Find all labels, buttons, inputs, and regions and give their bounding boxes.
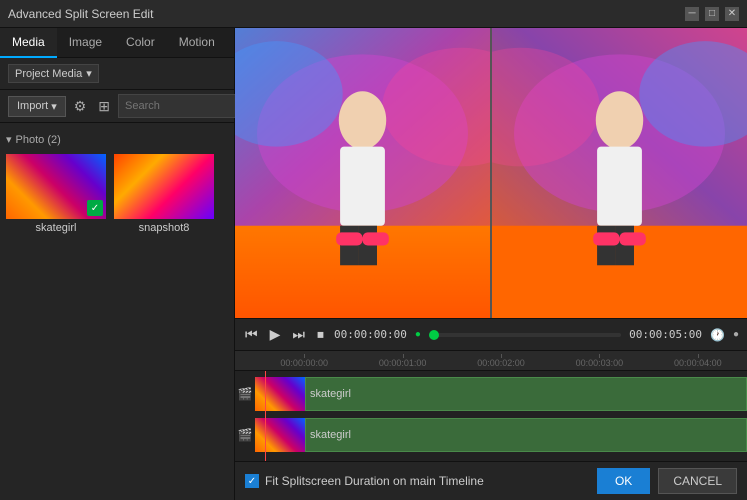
preview-right bbox=[492, 28, 747, 318]
track-content-1[interactable]: skategirl bbox=[255, 377, 747, 411]
playhead bbox=[265, 371, 266, 461]
preview-left bbox=[235, 28, 490, 318]
bottom-bar: ✓ Fit Splitscreen Duration on main Timel… bbox=[235, 461, 747, 500]
window-controls: ─ □ ✕ bbox=[685, 7, 739, 21]
playback-bar: ⏮ ▶ ⏭ ⏹ 00:00:00:00 ● 00:00:05:00 🕐 ● bbox=[235, 319, 747, 351]
media-thumbnail-snapshot8 bbox=[114, 154, 214, 219]
track-clip-1: skategirl bbox=[255, 377, 747, 411]
ruler-mark-1: 00:00:01:00 bbox=[353, 358, 451, 368]
media-grid: ✓ skategirl snapshot8 bbox=[6, 150, 228, 238]
track-clip-2: skategirl bbox=[255, 418, 747, 452]
maximize-button[interactable]: □ bbox=[705, 7, 719, 21]
skip-back-button[interactable]: ⏮ bbox=[243, 324, 260, 345]
timeline-tracks: 🎬 skategirl 🎬 bbox=[235, 371, 747, 461]
media-item-snapshot8[interactable]: snapshot8 bbox=[114, 154, 214, 234]
chevron-down-icon: ▾ bbox=[6, 133, 12, 146]
timeline-ruler: 00:00:00:00 00:00:01:00 00:00:02:00 00:0… bbox=[235, 351, 747, 371]
grid-view-icon[interactable]: ⊞ bbox=[94, 96, 114, 117]
tab-color[interactable]: Color bbox=[114, 28, 167, 58]
clock-icon: 🕐 bbox=[710, 328, 725, 342]
track-label-2: skategirl bbox=[310, 429, 351, 441]
project-media-row: Project Media ▾ bbox=[0, 58, 234, 90]
track-content-2[interactable]: skategirl bbox=[255, 418, 747, 452]
ruler-mark-4: 00:00:04:00 bbox=[649, 358, 747, 368]
media-item-label: snapshot8 bbox=[114, 222, 214, 234]
main-layout: Media Image Color Motion Project Media ▾… bbox=[0, 28, 747, 500]
play-next-button[interactable]: ⏭ bbox=[290, 324, 307, 345]
stop-button[interactable]: ⏹ bbox=[315, 324, 326, 345]
media-section: ▾ Photo (2) ✓ skategirl snapshot8 bbox=[0, 123, 234, 500]
tab-media[interactable]: Media bbox=[0, 28, 57, 58]
green-dot-icon: ● bbox=[415, 329, 421, 340]
left-panel: Media Image Color Motion Project Media ▾… bbox=[0, 28, 235, 500]
chevron-down-icon: ▾ bbox=[86, 67, 92, 80]
ruler-mark-3: 00:00:03:00 bbox=[550, 358, 648, 368]
media-item-skategirl[interactable]: ✓ skategirl bbox=[6, 154, 106, 234]
timeline-end-dot: ● bbox=[733, 329, 739, 340]
preview-right-content bbox=[492, 28, 747, 318]
timeline-section: ⏮ ▶ ⏭ ⏹ 00:00:00:00 ● 00:00:05:00 🕐 ● 00… bbox=[235, 318, 747, 461]
preview-divider bbox=[490, 28, 492, 318]
minimize-button[interactable]: ─ bbox=[685, 7, 699, 21]
section-header: ▾ Photo (2) bbox=[6, 129, 228, 150]
fit-splitscreen-checkbox[interactable]: ✓ bbox=[245, 474, 259, 488]
media-item-label: skategirl bbox=[6, 222, 106, 234]
check-icon: ✓ bbox=[87, 200, 103, 216]
progress-handle[interactable] bbox=[429, 330, 439, 340]
track-icon-1: 🎬 bbox=[235, 375, 255, 413]
action-row: Import ▾ ⚙ ⊞ 🔍 bbox=[0, 90, 234, 123]
ruler-mark-2: 00:00:02:00 bbox=[452, 358, 550, 368]
time-current: 00:00:00:00 bbox=[334, 328, 407, 341]
play-button[interactable]: ▶ bbox=[268, 324, 283, 345]
time-end: 00:00:05:00 bbox=[629, 328, 702, 341]
preview-left-content bbox=[235, 28, 490, 318]
fit-splitscreen-label: Fit Splitscreen Duration on main Timelin… bbox=[265, 474, 484, 488]
tab-image[interactable]: Image bbox=[57, 28, 114, 58]
ok-button[interactable]: OK bbox=[597, 468, 650, 494]
tab-motion[interactable]: Motion bbox=[167, 28, 227, 58]
video-track-icon-2: 🎬 bbox=[238, 428, 253, 442]
cancel-button[interactable]: CANCEL bbox=[658, 468, 737, 494]
bottom-buttons: OK CANCEL bbox=[597, 468, 737, 494]
close-button[interactable]: ✕ bbox=[725, 7, 739, 21]
title-bar: Advanced Split Screen Edit ─ □ ✕ bbox=[0, 0, 747, 28]
track-label-1: skategirl bbox=[310, 388, 351, 400]
track-thumb-1 bbox=[255, 377, 305, 411]
ruler-markers: 00:00:00:00 00:00:01:00 00:00:02:00 00:0… bbox=[235, 358, 747, 368]
chevron-down-icon: ▾ bbox=[51, 100, 57, 113]
window-title: Advanced Split Screen Edit bbox=[8, 7, 685, 21]
track-thumb-2 bbox=[255, 418, 305, 452]
import-button[interactable]: Import ▾ bbox=[8, 96, 66, 117]
ruler-mark-0: 00:00:00:00 bbox=[255, 358, 353, 368]
project-media-dropdown[interactable]: Project Media ▾ bbox=[8, 64, 99, 83]
tab-bar: Media Image Color Motion bbox=[0, 28, 234, 58]
progress-bar[interactable] bbox=[429, 333, 621, 337]
right-panel: ⏮ ▶ ⏭ ⏹ 00:00:00:00 ● 00:00:05:00 🕐 ● 00… bbox=[235, 28, 747, 500]
preview-area bbox=[235, 28, 747, 318]
track-bar-1 bbox=[305, 377, 747, 411]
track-row-1: 🎬 skategirl bbox=[235, 375, 747, 413]
fit-checkbox-area: ✓ Fit Splitscreen Duration on main Timel… bbox=[245, 474, 484, 488]
filter-icon[interactable]: ⚙ bbox=[70, 96, 91, 117]
media-thumbnail-skategirl: ✓ bbox=[6, 154, 106, 219]
track-row-2: 🎬 skategirl bbox=[235, 416, 747, 454]
track-bar-2 bbox=[305, 418, 747, 452]
track-icon-2: 🎬 bbox=[235, 416, 255, 454]
video-track-icon: 🎬 bbox=[238, 387, 253, 401]
